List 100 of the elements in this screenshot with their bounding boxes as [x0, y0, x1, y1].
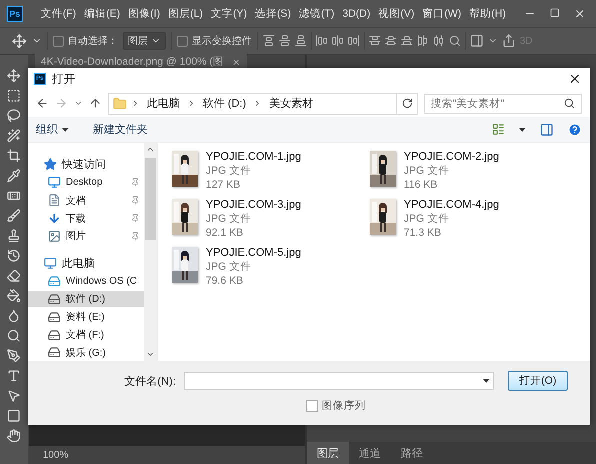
align-middle-icon[interactable] [279, 35, 291, 47]
menu-item[interactable]: 选择(S) [251, 6, 296, 20]
move-icon[interactable] [12, 34, 27, 48]
new-folder-button[interactable]: 新建文件夹 [93, 122, 148, 137]
pen-icon[interactable] [7, 349, 21, 363]
file-item[interactable]: YPOJIE.COM-1.jpg JPG 文件 127 KB [172, 151, 370, 199]
open-button[interactable]: 打开(O) [508, 371, 568, 391]
sidebar-item[interactable]: 图片 [28, 228, 144, 244]
sidebar-item[interactable]: Windows OS (C [28, 274, 144, 290]
filename-field[interactable] [184, 372, 494, 390]
scroll-up-icon[interactable] [146, 145, 155, 154]
rectangle-icon[interactable] [7, 409, 21, 423]
align-left-icon[interactable] [316, 35, 328, 47]
caret-icon[interactable] [483, 379, 490, 383]
preview-pane-icon[interactable] [540, 122, 554, 136]
panel-tab[interactable]: 路径 [391, 442, 433, 464]
align-top-icon[interactable] [263, 35, 275, 47]
file-item[interactable]: YPOJIE.COM-5.jpg JPG 文件 79.6 KB [172, 247, 370, 295]
sidebar-item[interactable]: 快速访问 [28, 157, 144, 173]
lasso-icon[interactable] [7, 109, 21, 123]
search-icon[interactable] [449, 35, 461, 47]
maximize-icon[interactable] [550, 8, 560, 18]
file-item[interactable]: YPOJIE.COM-4.jpg JPG 文件 71.3 KB [370, 199, 590, 247]
file-item[interactable]: YPOJIE.COM-2.jpg JPG 文件 116 KB [370, 151, 590, 199]
sidebar-item[interactable]: 下载 [28, 210, 144, 226]
menu-item[interactable]: 图像(I) [124, 6, 164, 20]
pin-icon[interactable] [131, 232, 140, 241]
address-bar[interactable]: 此电脑 软件 (D:) 美女素材 [108, 92, 397, 114]
scroll-down-icon[interactable] [146, 350, 155, 359]
align-bottom-icon[interactable] [295, 35, 307, 47]
search-input[interactable]: 搜索"美女素材" [431, 98, 564, 110]
file-item[interactable]: YPOJIE.COM-3.jpg JPG 文件 92.1 KB [172, 199, 370, 247]
align-right-icon[interactable] [348, 35, 360, 47]
sidebar-item[interactable]: 此电脑 [28, 256, 144, 272]
breadcrumb-item[interactable]: 此电脑 [144, 96, 183, 111]
show-transform-checkbox[interactable]: 显示变换控件 [177, 34, 252, 48]
sidebar-item[interactable]: 文档 (F:) [28, 327, 144, 344]
menu-item[interactable]: 编辑(E) [80, 6, 124, 20]
marquee-icon[interactable] [7, 89, 21, 103]
auto-select-checkbox[interactable]: 自动选择： [53, 34, 118, 48]
wand-icon[interactable] [7, 129, 21, 143]
pin-icon[interactable] [131, 196, 140, 206]
stamp-icon[interactable] [7, 229, 21, 243]
menu-item[interactable]: 文件(F) [37, 6, 80, 20]
scrollbar[interactable] [144, 143, 157, 361]
align-center-icon[interactable] [332, 35, 344, 47]
up-icon[interactable] [89, 97, 102, 110]
close-icon[interactable] [568, 72, 582, 86]
distribute-middle-icon[interactable] [385, 35, 397, 47]
back-icon[interactable] [36, 97, 49, 110]
type-icon[interactable] [7, 369, 21, 383]
help-icon[interactable] [568, 122, 582, 136]
eyedropper-icon[interactable] [7, 169, 21, 183]
distribute-top-icon[interactable] [369, 35, 381, 47]
sidebar-item[interactable]: 资料 (E:) [28, 309, 144, 326]
sidebar-item[interactable]: 文档 [28, 192, 144, 209]
zoom-icon[interactable] [7, 329, 21, 343]
menu-item[interactable]: 滤镜(T) [295, 6, 339, 20]
pin-icon[interactable] [131, 214, 140, 223]
eraser-icon[interactable] [7, 269, 21, 283]
menu-item[interactable]: 帮助(H) [466, 6, 510, 20]
chevron-down-icon[interactable] [74, 99, 83, 108]
image-sequence-checkbox[interactable]: 图像序列 [306, 399, 570, 413]
crop-icon[interactable] [7, 149, 21, 163]
menu-item[interactable]: 文字(Y) [207, 6, 252, 20]
menu-item[interactable]: 图层(L) [164, 6, 208, 20]
pointer-icon[interactable] [7, 389, 21, 403]
menu-item[interactable]: 视图(V) [374, 6, 419, 20]
drop-icon[interactable] [7, 309, 21, 323]
menu-item[interactable]: 3D(D) [338, 8, 375, 20]
hand-icon[interactable] [7, 429, 21, 443]
panel-tab[interactable]: 图层 [307, 442, 349, 464]
chevron-right-icon[interactable] [187, 99, 196, 108]
layer-dropdown[interactable]: 图层 [123, 32, 166, 50]
search-icon[interactable] [564, 98, 575, 109]
sidebar-item[interactable]: 娱乐 (G:) [28, 345, 144, 361]
panel-tab[interactable]: 通道 [349, 442, 391, 464]
caret-icon[interactable] [519, 128, 526, 132]
organize-button[interactable]: 组织 [36, 122, 69, 137]
share-icon[interactable] [502, 34, 516, 48]
pin-icon[interactable] [131, 178, 140, 188]
history-brush-icon[interactable] [7, 249, 21, 263]
bandage-icon[interactable] [7, 189, 21, 203]
chevron-right-icon[interactable] [131, 99, 140, 108]
search-field[interactable]: 搜索"美女素材" [424, 94, 582, 114]
breadcrumb-item[interactable]: 软件 (D:) [200, 96, 250, 111]
refresh-button[interactable] [397, 92, 418, 114]
panel-icon[interactable] [470, 34, 484, 48]
distribute-bottom-icon[interactable] [401, 35, 413, 47]
menu-item[interactable]: 窗口(W) [418, 6, 466, 20]
breadcrumb-item[interactable]: 美女素材 [266, 96, 316, 111]
sidebar-item[interactable]: 软件 (D:) [28, 291, 144, 308]
brush-icon[interactable] [7, 209, 21, 223]
file-size: 92.1 KB [206, 227, 244, 239]
move-icon[interactable] [7, 69, 21, 83]
sidebar-item[interactable]: Desktop [28, 174, 144, 191]
distribute-center-icon[interactable] [433, 35, 445, 47]
paint-bucket-icon[interactable] [7, 289, 21, 303]
view-icon[interactable] [492, 123, 505, 136]
distribute-left-icon[interactable] [417, 35, 429, 47]
